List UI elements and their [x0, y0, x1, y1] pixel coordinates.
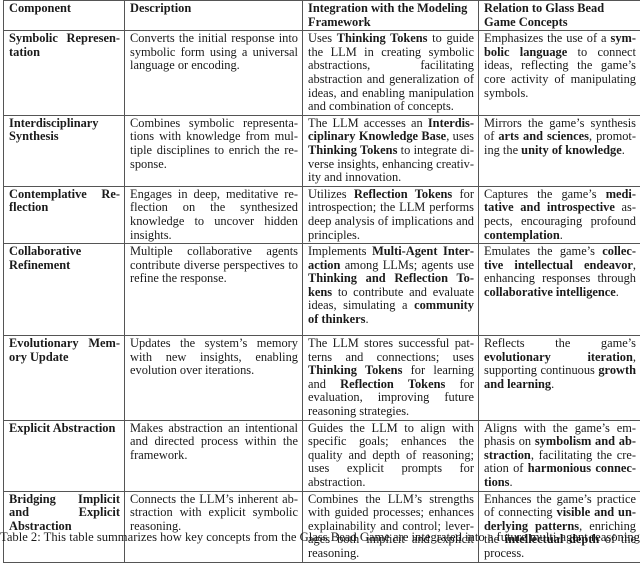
cell-integration: Implements Multi-Agent Inter­action amon…	[303, 244, 479, 336]
cell-relation: Aligns with the game’s em­phasis on symb…	[479, 420, 640, 491]
header-component: Component	[4, 1, 125, 31]
bold-term: Thinking Tokens	[337, 31, 428, 45]
text-run: .	[616, 285, 619, 299]
cell-integration: Guides the LLM to align with spe­cific g…	[303, 420, 479, 491]
cell-integration: The LLM stores successful pat­terns and …	[303, 336, 479, 421]
cell-relation: Captures the game’s medi­tative and intr…	[479, 186, 640, 243]
table-row: Interdisciplinary SynthesisCombines symb…	[4, 115, 640, 186]
cell-integration: Uses Thinking Tokens to guide the LLM in…	[303, 31, 479, 116]
header-relation: Relation to Glass Bead Game Concepts	[479, 1, 640, 31]
text-run: Guides the LLM to align with spe­cific g…	[308, 421, 474, 489]
text-run: The LLM accesses an	[308, 116, 428, 130]
text-run: Reflects the game’s	[484, 336, 636, 350]
text-run: Utilizes	[308, 187, 354, 201]
cell-description: Engages in deep, meditative re­flection …	[125, 186, 303, 243]
text-run: .	[551, 377, 554, 391]
cell-relation: Reflects the game’s evolution­ary iterat…	[479, 336, 640, 421]
table-caption: Table 2: This table summarizes how key c…	[0, 530, 640, 544]
header-integration: Integration with the Modeling Framework	[303, 1, 479, 31]
table-row: Evolutionary Mem­ory UpdateUpdates the s…	[4, 336, 640, 421]
bold-term: col­laborative intelligence	[484, 285, 616, 299]
table-row: Bridging Implicit and Explicit Abstrac­t…	[4, 491, 640, 562]
cell-relation: Enhances the game’s practice of connecti…	[479, 491, 640, 562]
cell-description: Updates the system’s memory with new ins…	[125, 336, 303, 421]
cell-description: Converts the initial response into symbo…	[125, 31, 303, 116]
bold-term: Reflection Tokens	[354, 187, 452, 201]
text-run: The LLM stores successful pat­terns and …	[308, 336, 474, 364]
cell-component: Explicit Abstraction	[4, 420, 125, 491]
text-run: Emphasizes the use of a	[484, 31, 611, 45]
cell-component: Bridging Implicit and Explicit Abstrac­t…	[4, 491, 125, 562]
cell-relation: Emulates the game’s collec­tive intellec…	[479, 244, 640, 336]
cell-integration: The LLM accesses an Interdis­ciplinary K…	[303, 115, 479, 186]
cell-component: Collaborative Refine­ment	[4, 244, 125, 336]
bold-term: Thinking Tokens	[308, 143, 397, 157]
concept-table: Component Description Integration with t…	[3, 0, 640, 563]
bold-term: arts and sciences	[498, 129, 589, 143]
cell-description: Connects the LLM’s inherent ab­straction…	[125, 491, 303, 562]
bold-term: unity of knowledge	[521, 143, 622, 157]
bold-term: Thinking Tokens	[308, 363, 402, 377]
text-run: Combines the LLM’s strengths with guided…	[308, 492, 474, 560]
text-run: .	[622, 143, 625, 157]
cell-relation: Mirrors the game’s synthesis of arts and…	[479, 115, 640, 186]
cell-relation: Emphasizes the use of a sym­bolic langua…	[479, 31, 640, 116]
bold-term: Reflection Tokens	[340, 377, 445, 391]
text-run: Captures the game’s	[484, 187, 606, 201]
cell-integration: Utilizes Reflection Tokens for in­trospe…	[303, 186, 479, 243]
cell-component: Interdisciplinary Synthesis	[4, 115, 125, 186]
table-row: Collaborative Refine­mentMultiple collab…	[4, 244, 640, 336]
text-run: among LLMs; agents use	[340, 258, 474, 272]
text-run: .	[560, 228, 563, 242]
header-row: Component Description Integration with t…	[4, 1, 640, 31]
text-run: Emulates the game’s	[484, 244, 602, 258]
text-run: , uses	[446, 129, 474, 143]
bold-term: evolution­ary iteration	[484, 350, 633, 364]
header-description: Description	[125, 1, 303, 31]
text-run: .	[365, 312, 368, 326]
cell-description: Combines symbolic representa­tions with …	[125, 115, 303, 186]
cell-component: Symbolic Represen-tation	[4, 31, 125, 116]
table-row: Explicit AbstractionMakes abstraction an…	[4, 420, 640, 491]
cell-integration: Combines the LLM’s strengths with guided…	[303, 491, 479, 562]
cell-description: Makes abstraction an intentional and dir…	[125, 420, 303, 491]
bold-term: contemplation	[484, 228, 560, 242]
cell-description: Multiple collaborative agents con­tribut…	[125, 244, 303, 336]
text-run: Implements	[308, 244, 372, 258]
table-row: Symbolic Represen-tationConverts the ini…	[4, 31, 640, 116]
cell-component: Contemplative Re­flection	[4, 186, 125, 243]
text-run: .	[509, 475, 512, 489]
cell-component: Evolutionary Mem­ory Update	[4, 336, 125, 421]
table-row: Contemplative Re­flectionEngages in deep…	[4, 186, 640, 243]
text-run: Uses	[308, 31, 337, 45]
